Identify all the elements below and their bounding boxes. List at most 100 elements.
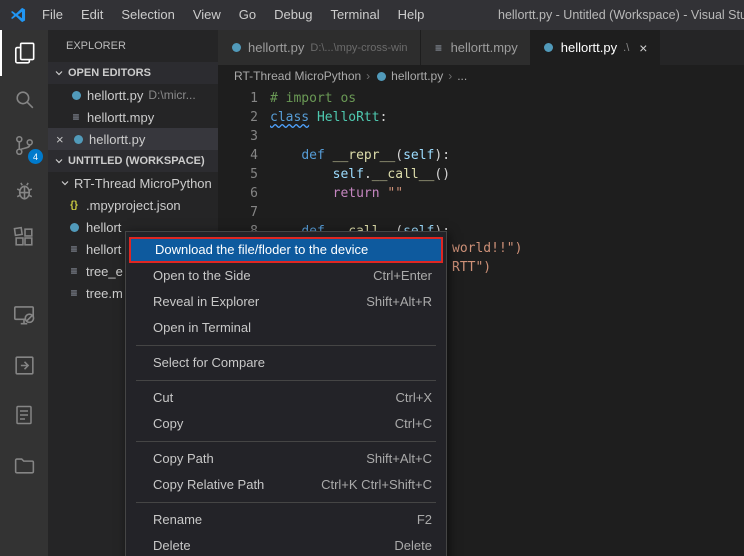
breadcrumb-symbol[interactable]: ... bbox=[457, 69, 467, 83]
activity-source-control[interactable]: 4 bbox=[0, 122, 48, 168]
line-number: 1 bbox=[218, 89, 258, 108]
menubar-item-view[interactable]: View bbox=[184, 0, 230, 30]
document-lines-icon bbox=[12, 403, 36, 427]
title-bar: FileEditSelectionViewGoDebugTerminalHelp… bbox=[0, 0, 744, 30]
window-title: hellortt.py - Untitled (Workspace) - Vis… bbox=[498, 0, 744, 30]
code-line[interactable]: 3 bbox=[218, 127, 744, 146]
menu-item-label: Cut bbox=[153, 385, 173, 411]
code-line[interactable]: 4 def __repr__(self): bbox=[218, 146, 744, 165]
menubar-item-terminal[interactable]: Terminal bbox=[321, 0, 388, 30]
context-menu-item[interactable]: Open in Terminal bbox=[126, 315, 446, 341]
menubar-item-debug[interactable]: Debug bbox=[265, 0, 321, 30]
menubar-item-selection[interactable]: Selection bbox=[112, 0, 183, 30]
open-editor-item[interactable]: hellortt.py D:\micr... bbox=[48, 84, 218, 106]
python-file-icon bbox=[70, 91, 82, 100]
code-line[interactable]: 2 class HelloRtt: bbox=[218, 108, 744, 127]
files-icon bbox=[12, 40, 38, 66]
context-menu-item[interactable]: DeleteDelete bbox=[126, 533, 446, 556]
context-menu-item[interactable]: Reveal in ExplorerShift+Alt+R bbox=[126, 289, 446, 315]
context-menu-item[interactable]: Copy PathShift+Alt+C bbox=[126, 446, 446, 472]
monitor-slash-icon bbox=[11, 302, 37, 328]
menu-separator bbox=[136, 502, 436, 503]
sidebar-title: EXPLORER bbox=[48, 30, 218, 62]
activity-search[interactable] bbox=[0, 76, 48, 122]
vscode-logo-icon bbox=[9, 6, 27, 24]
activity-explorer[interactable] bbox=[0, 30, 48, 76]
breadcrumb-folder[interactable]: RT-Thread MicroPython bbox=[234, 69, 361, 83]
line-number: 2 bbox=[218, 108, 258, 127]
menu-item-shortcut: Ctrl+K Ctrl+Shift+C bbox=[321, 472, 432, 498]
activity-extensions[interactable] bbox=[0, 214, 48, 260]
activity-device-monitor[interactable] bbox=[0, 290, 48, 340]
activity-debug[interactable] bbox=[0, 168, 48, 214]
menu-item-label: Open in Terminal bbox=[153, 315, 251, 341]
search-icon bbox=[12, 87, 37, 112]
activity-run-file[interactable] bbox=[0, 340, 48, 390]
tree-folder-rt-thread[interactable]: RT-Thread MicroPython bbox=[48, 172, 218, 194]
menu-item-shortcut: Ctrl+Enter bbox=[373, 263, 432, 289]
code-text: class HelloRtt: bbox=[270, 108, 387, 127]
menu-item-shortcut: F2 bbox=[417, 507, 432, 533]
menubar-item-go[interactable]: Go bbox=[230, 0, 265, 30]
code-line[interactable]: 7 bbox=[218, 203, 744, 222]
mpy-file-icon: ≡ bbox=[68, 264, 80, 278]
tree-item-mpyproject[interactable]: {} .mpyproject.json bbox=[48, 194, 218, 216]
chevron-down-icon bbox=[58, 176, 72, 190]
context-menu-item[interactable]: RenameF2 bbox=[126, 507, 446, 533]
menu-item-label: Open to the Side bbox=[153, 263, 251, 289]
context-menu-item[interactable]: Cut Ctrl+X bbox=[126, 385, 446, 411]
json-file-icon: {} bbox=[68, 200, 80, 211]
tab-hellortt-py-local[interactable]: hellortt.py D:\...\mpy-cross-win bbox=[218, 30, 421, 65]
code-text: # import os bbox=[270, 89, 356, 108]
breadcrumb-separator: › bbox=[366, 69, 370, 83]
code-text: def __repr__(self): bbox=[270, 146, 450, 165]
menu-item-label: Copy Relative Path bbox=[153, 472, 264, 498]
mpy-file-icon: ≡ bbox=[433, 41, 445, 55]
menu-item-label: Download the file/floder to the device bbox=[155, 239, 368, 261]
context-menu-item[interactable]: Open to the Side Ctrl+Enter bbox=[126, 263, 446, 289]
code-line[interactable]: 6 return "" bbox=[218, 184, 744, 203]
chevron-down-icon bbox=[52, 66, 66, 80]
tab-bar: hellortt.py D:\...\mpy-cross-win ≡ hello… bbox=[218, 30, 744, 65]
menu-item-shortcut: Delete bbox=[394, 533, 432, 556]
line-number: 6 bbox=[218, 184, 258, 203]
line-number: 4 bbox=[218, 146, 258, 165]
tab-hellortt-mpy[interactable]: ≡ hellortt.mpy bbox=[421, 30, 531, 65]
folder-icon bbox=[12, 453, 37, 478]
extensions-icon bbox=[12, 225, 37, 250]
context-menu-item[interactable]: Copy Relative Path Ctrl+K Ctrl+Shift+C bbox=[126, 472, 446, 498]
context-menu-item[interactable]: Select for Compare bbox=[126, 350, 446, 376]
open-editor-item-active[interactable]: × hellortt.py bbox=[48, 128, 218, 150]
menubar-item-file[interactable]: File bbox=[33, 0, 72, 30]
vscode-window: FileEditSelectionViewGoDebugTerminalHelp… bbox=[0, 0, 744, 556]
activity-notes[interactable] bbox=[0, 390, 48, 440]
menu-item-shortcut: Ctrl+X bbox=[396, 385, 432, 411]
breadcrumb-file[interactable]: hellortt.py bbox=[391, 69, 443, 83]
tab-hellortt-py-active[interactable]: hellortt.py .\ × bbox=[531, 30, 661, 65]
menubar-item-edit[interactable]: Edit bbox=[72, 0, 112, 30]
code-text: return "" bbox=[270, 184, 403, 203]
close-tab-icon[interactable]: × bbox=[639, 40, 647, 56]
breadcrumb: RT-Thread MicroPython › hellortt.py › ..… bbox=[218, 65, 744, 87]
box-arrow-icon bbox=[12, 353, 37, 378]
close-editor-icon[interactable]: × bbox=[56, 132, 70, 147]
activity-bar: 4 bbox=[0, 30, 48, 556]
menu-item-shortcut: Shift+Alt+R bbox=[366, 289, 432, 315]
open-editor-item[interactable]: ≡ hellortt.mpy bbox=[48, 106, 218, 128]
code-line[interactable]: 5 self.__call__() bbox=[218, 165, 744, 184]
menu-item-label: Copy bbox=[153, 411, 183, 437]
activity-folder[interactable] bbox=[0, 440, 48, 490]
menubar-item-help[interactable]: Help bbox=[389, 0, 434, 30]
context-menu: Download the file/floder to the deviceOp… bbox=[125, 231, 447, 556]
menu-separator bbox=[136, 380, 436, 381]
context-menu-item[interactable]: CopyCtrl+C bbox=[126, 411, 446, 437]
workspace-header[interactable]: UNTITLED (WORKSPACE) bbox=[48, 150, 218, 172]
code-editor[interactable]: 1 # import os 2 class HelloRtt:34 def __rep… bbox=[218, 87, 744, 241]
open-editors-header[interactable]: OPEN EDITORS bbox=[48, 62, 218, 84]
python-file-icon bbox=[68, 223, 80, 232]
context-menu-item[interactable]: Download the file/floder to the device bbox=[129, 237, 443, 263]
code-line[interactable]: 1 # import os bbox=[218, 89, 744, 108]
workspace-label: UNTITLED (WORKSPACE) bbox=[68, 155, 205, 167]
open-editors-label: OPEN EDITORS bbox=[68, 67, 151, 79]
line-number: 5 bbox=[218, 165, 258, 184]
